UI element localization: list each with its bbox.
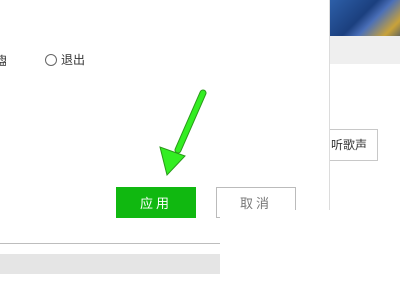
radio-option-exit[interactable]: 退出 (45, 51, 85, 68)
radio-option-label: 退出 (61, 53, 86, 67)
divider (0, 243, 220, 244)
apply-button[interactable]: 应用 (116, 187, 196, 218)
bottom-bar (0, 254, 220, 274)
background-image (330, 0, 400, 36)
background-strip (330, 36, 400, 64)
radio-option-label-cut: 盘 (0, 52, 6, 69)
radio-unchecked-icon[interactable] (45, 53, 57, 66)
radio-group: 盘 退出 (0, 50, 330, 70)
overlay-region (220, 210, 400, 300)
